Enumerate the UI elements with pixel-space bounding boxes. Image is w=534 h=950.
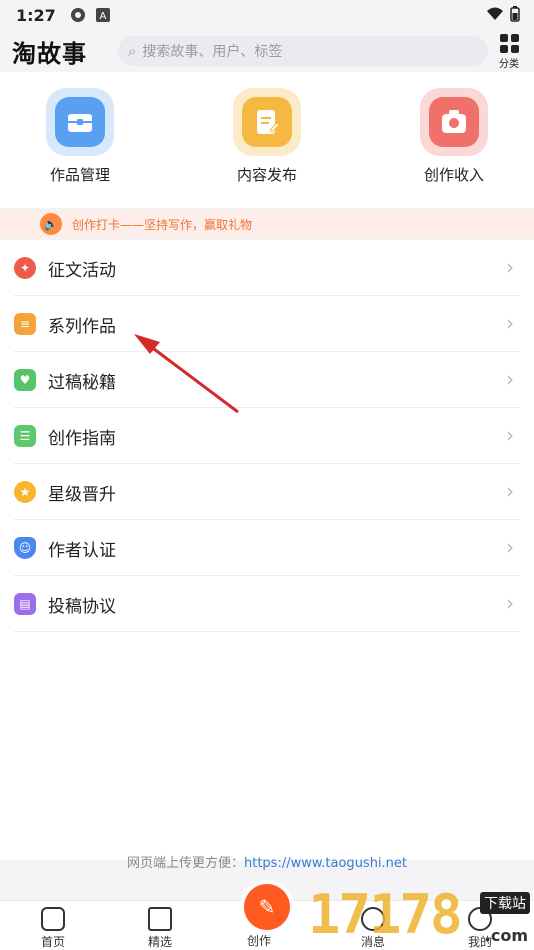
menu-list: ✦ 征文活动 › ≡ 系列作品 › ♥ 过稿秘籍 › ☰ 创作指南 › ★ 星级… xyxy=(0,240,534,860)
quick-action-label: 作品管理 xyxy=(49,166,110,184)
agreement-icon: ▤ xyxy=(14,593,36,615)
svg-text:A: A xyxy=(99,11,106,22)
chevron-right-icon: › xyxy=(506,311,514,335)
footer-prefix: 网页端上传更方便： xyxy=(126,856,244,871)
chevron-right-icon: › xyxy=(506,367,514,391)
quick-actions-panel: 作品管理 内容发布 创作收入 xyxy=(0,72,534,208)
chevron-right-icon: › xyxy=(506,423,514,447)
edit-document-icon xyxy=(233,88,301,156)
battery-icon xyxy=(510,6,520,22)
menu-item-label: 创作指南 xyxy=(48,428,116,449)
chevron-right-icon: › xyxy=(506,479,514,503)
watermark-site: 下载站 xyxy=(480,892,530,914)
status-time: 1:27 xyxy=(16,5,56,25)
logo-text: 淘故事 xyxy=(12,39,87,68)
search-icon: ⌕ xyxy=(128,42,137,60)
menu-item-label: 征文活动 xyxy=(48,260,116,281)
chevron-right-icon: › xyxy=(506,591,514,615)
manual-icon: ♥ xyxy=(14,369,36,391)
search-input[interactable]: ⌕ 搜索故事、用户、标签 xyxy=(118,36,488,66)
wifi-icon xyxy=(487,7,503,20)
category-label: 分类 xyxy=(499,59,519,70)
notice-text: 创作打卡——坚持写作，赢取礼物 xyxy=(72,217,253,232)
status-icons: A xyxy=(70,7,110,23)
tab-label-create: 创作 xyxy=(247,934,272,948)
tab-label: 精选 xyxy=(147,935,172,949)
quick-action-creation-income[interactable]: 创作收入 xyxy=(384,88,524,198)
quick-action-works-management[interactable]: 作品管理 xyxy=(10,88,150,198)
quick-action-label: 内容发布 xyxy=(236,166,297,184)
shield-user-icon: ☺ xyxy=(14,537,36,559)
watermark-com: .com xyxy=(484,926,528,945)
series-icon: ≡ xyxy=(14,313,36,335)
tab-home[interactable]: 首页 xyxy=(13,905,93,950)
status-right xyxy=(486,6,520,22)
category-button[interactable]: 分类 xyxy=(496,32,522,70)
star-icon: ★ xyxy=(14,481,36,503)
menu-item-author-certification[interactable]: ☺ 作者认证 › xyxy=(0,520,534,576)
menu-item-label: 系列作品 xyxy=(48,316,116,337)
menu-item-essay-contest[interactable]: ✦ 征文活动 › xyxy=(0,240,534,296)
featured-icon xyxy=(148,907,172,931)
menu-item-submission-agreement[interactable]: ▤ 投稿协议 › xyxy=(0,576,534,632)
menu-item-label: 作者认证 xyxy=(48,540,116,561)
flame-icon: ✦ xyxy=(14,257,36,279)
app-logo[interactable]: 淘故事 xyxy=(12,34,112,69)
menu-item-submission-tips[interactable]: ♥ 过稿秘籍 › xyxy=(0,352,534,408)
status-bar: 1:27 A xyxy=(0,0,534,30)
search-placeholder: 搜索故事、用户、标签 xyxy=(142,44,283,60)
tab-label: 首页 xyxy=(40,935,65,949)
briefcase-icon xyxy=(46,88,114,156)
quick-action-label: 创作收入 xyxy=(423,166,484,184)
grid-icon xyxy=(499,34,519,53)
chevron-right-icon: › xyxy=(506,255,514,279)
shutter-icon xyxy=(70,8,85,22)
menu-item-label: 过稿秘籍 xyxy=(48,372,116,393)
create-button[interactable]: ✎ xyxy=(244,884,290,930)
quick-action-content-publish[interactable]: 内容发布 xyxy=(197,88,337,198)
tab-featured[interactable]: 精选 xyxy=(120,905,200,950)
footer-url[interactable]: https://www.taogushi.net xyxy=(244,856,407,871)
a-badge-icon: A xyxy=(95,8,110,22)
chevron-right-icon: › xyxy=(506,535,514,559)
menu-item-label: 投稿协议 xyxy=(48,596,116,617)
guide-icon: ☰ xyxy=(14,425,36,447)
home-icon xyxy=(41,907,65,931)
notice-bar[interactable]: 🔈 创作打卡——坚持写作，赢取礼物 xyxy=(0,210,534,238)
menu-item-series-works[interactable]: ≡ 系列作品 › xyxy=(0,296,534,352)
footer-web-hint: 网页端上传更方便：https://www.taogushi.net xyxy=(0,852,534,871)
speaker-icon: 🔈 xyxy=(40,213,62,235)
top-header: 淘故事 ⌕ 搜索故事、用户、标签 分类 xyxy=(0,30,534,72)
menu-item-label: 星级晋升 xyxy=(48,484,116,505)
pen-icon: ✎ xyxy=(258,895,276,919)
income-icon xyxy=(420,88,488,156)
menu-item-creation-guide[interactable]: ☰ 创作指南 › xyxy=(0,408,534,464)
menu-item-star-promotion[interactable]: ★ 星级晋升 › xyxy=(0,464,534,520)
